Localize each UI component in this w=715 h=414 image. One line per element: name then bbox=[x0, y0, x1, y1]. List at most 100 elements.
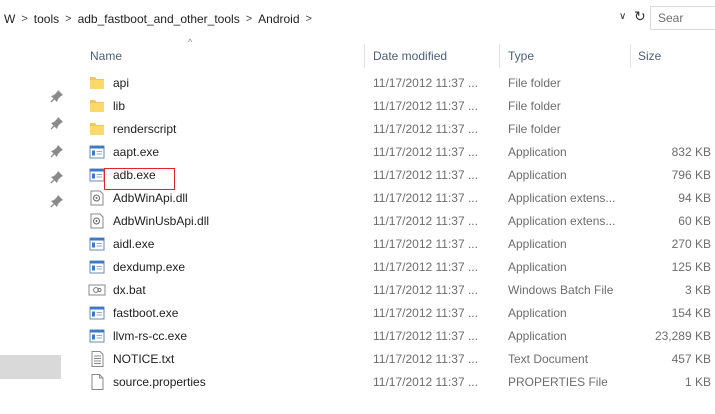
file-date-modified: 11/17/2012 11:37 ... bbox=[373, 306, 478, 320]
file-row[interactable]: adb.exe 11/17/2012 11:37 ... Application 79… bbox=[82, 164, 715, 187]
file-size: 94 KB bbox=[678, 191, 711, 205]
file-name: AdbWinUsbApi.dll bbox=[113, 214, 210, 228]
column-header-date-modified[interactable]: Date modified bbox=[373, 44, 447, 68]
file-row[interactable]: aidl.exe 11/17/2012 11:37 ... Application 2… bbox=[82, 233, 715, 256]
file-size: 796 KB bbox=[671, 168, 711, 182]
column-header-type[interactable]: Type bbox=[508, 44, 534, 68]
file-type: Application bbox=[508, 329, 567, 343]
file-row[interactable]: api 11/17/2012 11:37 ... File folder bbox=[82, 72, 715, 95]
dll-icon bbox=[88, 190, 106, 206]
file-type: File folder bbox=[508, 122, 561, 136]
file-name: fastboot.exe bbox=[113, 306, 179, 320]
file-row[interactable]: aapt.exe 11/17/2012 11:37 ... Application 8… bbox=[82, 141, 715, 164]
file-name: lib bbox=[113, 99, 126, 113]
adb-exe-highlight-box bbox=[104, 168, 175, 190]
file-type: Application bbox=[508, 306, 567, 320]
address-bar: W > tools > adb_fastboot_and_other_tools… bbox=[0, 0, 715, 38]
file-date-modified: 11/17/2012 11:37 ... bbox=[373, 191, 478, 205]
search-placeholder: Sear bbox=[658, 11, 684, 25]
breadcrumb-separator-icon[interactable]: > bbox=[244, 13, 254, 25]
file-size: 832 KB bbox=[671, 145, 711, 159]
file-row[interactable]: NOTICE.txt 11/17/2012 11:37 ... Text Docum… bbox=[82, 348, 715, 371]
refresh-icon[interactable]: ↻ bbox=[634, 8, 646, 25]
file-row[interactable]: dx.bat 11/17/2012 11:37 ... Windows Batch … bbox=[82, 279, 715, 302]
file-row[interactable]: llvm-rs-cc.exe 11/17/2012 11:37 ... Applic… bbox=[82, 325, 715, 348]
file-row[interactable]: dexdump.exe 11/17/2012 11:37 ... Applicati… bbox=[82, 256, 715, 279]
breadcrumb-separator-icon[interactable]: > bbox=[19, 13, 29, 25]
file-name: dexdump.exe bbox=[113, 260, 186, 274]
pin-icon[interactable] bbox=[50, 170, 64, 184]
column-divider[interactable] bbox=[630, 44, 631, 68]
file-date-modified: 11/17/2012 11:37 ... bbox=[373, 168, 478, 182]
file-name: dx.bat bbox=[113, 283, 146, 297]
folder-icon bbox=[88, 98, 106, 114]
application-icon bbox=[88, 259, 106, 275]
file-type: PROPERTIES File bbox=[508, 375, 608, 389]
file-date-modified: 11/17/2012 11:37 ... bbox=[373, 352, 478, 366]
breadcrumb-separator-icon[interactable]: > bbox=[63, 13, 73, 25]
file-type: Windows Batch File bbox=[508, 283, 614, 297]
pin-icon[interactable] bbox=[50, 116, 64, 130]
application-icon bbox=[88, 236, 106, 252]
file-size: 60 KB bbox=[678, 214, 711, 228]
file-type: Text Document bbox=[508, 352, 589, 366]
file-date-modified: 11/17/2012 11:37 ... bbox=[373, 145, 478, 159]
file-name: aidl.exe bbox=[113, 237, 155, 251]
file-date-modified: 11/17/2012 11:37 ... bbox=[373, 375, 478, 389]
pin-icon[interactable] bbox=[50, 144, 64, 158]
breadcrumb-item-root[interactable]: W bbox=[0, 12, 19, 26]
file-size: 270 KB bbox=[671, 237, 711, 251]
file-row[interactable]: AdbWinApi.dll 11/17/2012 11:37 ... Applica… bbox=[82, 187, 715, 210]
text-document-icon bbox=[88, 351, 106, 367]
column-header-size[interactable]: Size bbox=[638, 44, 661, 68]
breadcrumb-separator-icon[interactable]: > bbox=[304, 13, 314, 25]
breadcrumb-item-adb-fastboot[interactable]: adb_fastboot_and_other_tools bbox=[74, 12, 244, 26]
file-row[interactable]: lib 11/17/2012 11:37 ... File folder bbox=[82, 95, 715, 118]
column-divider[interactable] bbox=[499, 44, 500, 68]
file-name: aapt.exe bbox=[113, 145, 160, 159]
file-name: source.properties bbox=[113, 375, 206, 389]
breadcrumb-item-android[interactable]: Android bbox=[254, 12, 303, 26]
file-size: 457 KB bbox=[671, 352, 711, 366]
folder-icon bbox=[88, 121, 106, 137]
file-row[interactable]: fastboot.exe 11/17/2012 11:37 ... Applicat… bbox=[82, 302, 715, 325]
file-type: File folder bbox=[508, 99, 561, 113]
breadcrumb: W > tools > adb_fastboot_and_other_tools… bbox=[0, 9, 314, 29]
application-icon bbox=[88, 328, 106, 344]
file-type: Application extens... bbox=[508, 214, 616, 228]
file-size: 154 KB bbox=[671, 306, 711, 320]
address-history-dropdown-icon[interactable]: ∨ bbox=[619, 11, 626, 22]
column-header-name[interactable]: Name bbox=[90, 44, 122, 68]
file-name: llvm-rs-cc.exe bbox=[113, 329, 187, 343]
breadcrumb-item-tools[interactable]: tools bbox=[30, 12, 63, 26]
file-name: AdbWinApi.dll bbox=[113, 191, 188, 205]
file-size: 3 KB bbox=[684, 283, 711, 297]
file-type: Application bbox=[508, 237, 567, 251]
file-row[interactable]: renderscript 11/17/2012 11:37 ... File fol… bbox=[82, 118, 715, 141]
search-input[interactable]: Sear bbox=[650, 6, 715, 30]
file-size: 23,289 KB bbox=[654, 329, 711, 343]
file-type: Application bbox=[508, 260, 567, 274]
file-date-modified: 11/17/2012 11:37 ... bbox=[373, 76, 478, 90]
folder-icon bbox=[88, 75, 106, 91]
file-type: Application bbox=[508, 145, 567, 159]
file-name: NOTICE.txt bbox=[113, 352, 175, 366]
pin-icon[interactable] bbox=[50, 89, 64, 103]
file-type: File folder bbox=[508, 76, 561, 90]
file-date-modified: 11/17/2012 11:37 ... bbox=[373, 283, 478, 297]
column-divider[interactable] bbox=[364, 44, 365, 68]
navigation-selected-item[interactable] bbox=[0, 355, 61, 379]
file-date-modified: 11/17/2012 11:37 ... bbox=[373, 99, 478, 113]
file-size: 1 KB bbox=[684, 375, 711, 389]
file-row[interactable]: source.properties 11/17/2012 11:37 ... PRO… bbox=[82, 371, 715, 394]
dll-icon bbox=[88, 213, 106, 229]
batch-file-icon bbox=[88, 282, 106, 298]
file-size: 125 KB bbox=[671, 260, 711, 274]
sort-ascending-icon: ^ bbox=[188, 37, 193, 47]
file-date-modified: 11/17/2012 11:37 ... bbox=[373, 329, 478, 343]
file-date-modified: 11/17/2012 11:37 ... bbox=[373, 237, 478, 251]
file-date-modified: 11/17/2012 11:37 ... bbox=[373, 214, 478, 228]
application-icon bbox=[88, 305, 106, 321]
file-row[interactable]: AdbWinUsbApi.dll 11/17/2012 11:37 ... Appl… bbox=[82, 210, 715, 233]
pin-icon[interactable] bbox=[50, 194, 64, 208]
